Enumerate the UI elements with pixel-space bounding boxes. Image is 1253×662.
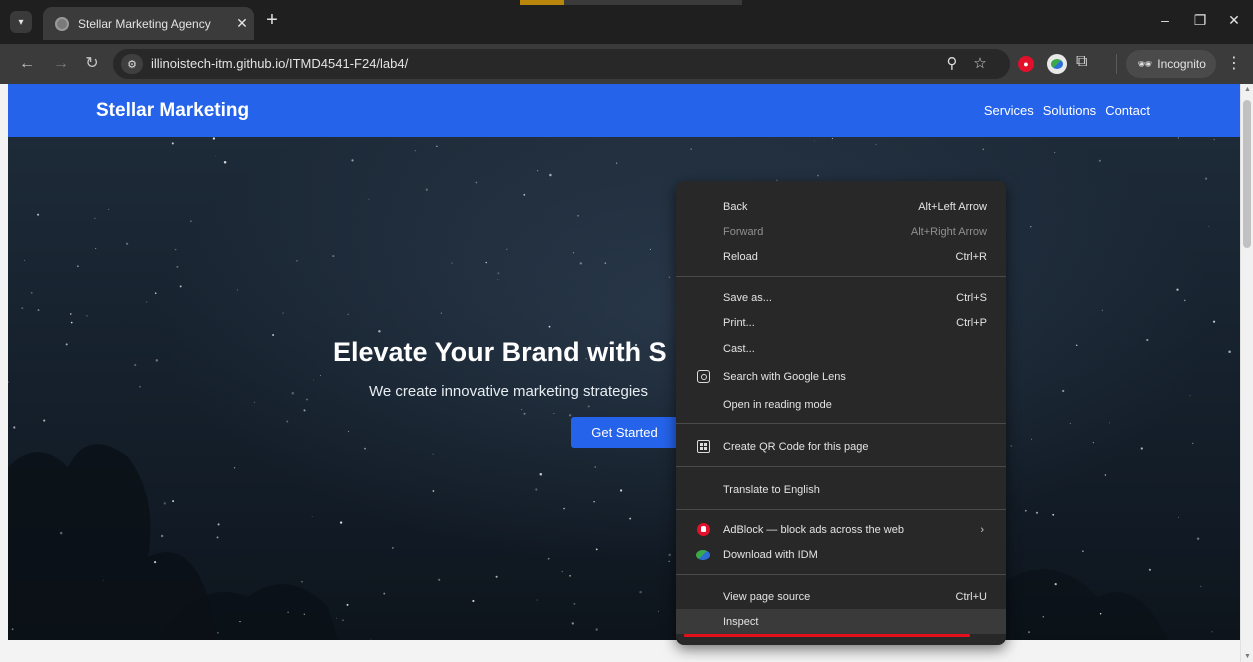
bookmark-star-icon[interactable]: ☆ xyxy=(970,54,990,74)
menu-item-translate[interactable]: Translate to English xyxy=(676,477,1006,502)
incognito-label: Incognito xyxy=(1157,57,1206,71)
new-tab-icon[interactable]: + xyxy=(262,10,282,30)
menu-label: Reload xyxy=(723,250,758,263)
window-title-accent xyxy=(520,0,742,5)
menu-item-forward[interactable]: Forward Alt+Right Arrow xyxy=(676,219,1006,244)
adblock-icon xyxy=(696,523,710,537)
scroll-down-arrow-icon[interactable]: ▼ xyxy=(1244,653,1251,660)
tab-strip: ▾ Stellar Marketing Agency ✕ + – ❐ ✕ xyxy=(0,0,1253,44)
context-menu: Back Alt+Left Arrow Forward Alt+Right Ar… xyxy=(676,181,1006,645)
menu-label: Create QR Code for this page xyxy=(723,440,869,453)
menu-separator xyxy=(676,509,1006,510)
url-text[interactable]: illinoistech-itm.github.io/ITMD4541-F24/… xyxy=(151,56,408,71)
extensions-puzzle-icon[interactable]: ⧉ xyxy=(1076,53,1087,71)
menu-label: Save as... xyxy=(723,291,772,304)
menu-item-reading-mode[interactable]: Open in reading mode xyxy=(676,392,1006,417)
nav-link-contact[interactable]: Contact xyxy=(1105,103,1150,118)
menu-item-save-as[interactable]: Save as... Ctrl+S xyxy=(676,285,1006,310)
idm-icon xyxy=(696,548,710,562)
menu-separator xyxy=(676,276,1006,277)
menu-item-google-lens[interactable]: Search with Google Lens xyxy=(676,364,1006,389)
minimize-icon[interactable]: – xyxy=(1153,10,1177,30)
close-tab-icon[interactable]: ✕ xyxy=(230,15,254,32)
browser-tab[interactable]: Stellar Marketing Agency ✕ xyxy=(43,7,254,40)
menu-separator xyxy=(676,574,1006,575)
menu-shortcut: Ctrl+P xyxy=(956,316,987,329)
reload-icon[interactable]: ↻ xyxy=(81,53,103,75)
hero-subtitle: We create innovative marketing strategie… xyxy=(369,383,649,400)
menu-label: AdBlock — block ads across the web xyxy=(723,523,904,536)
site-nav-links: Services Solutions Contact xyxy=(984,103,1150,118)
page-viewport: Stellar Marketing Services Solutions Con… xyxy=(0,84,1240,662)
menu-label: View page source xyxy=(723,590,811,603)
menu-item-back[interactable]: Back Alt+Left Arrow xyxy=(676,194,1006,219)
menu-shortcut: Alt+Right Arrow xyxy=(910,225,987,238)
menu-label: Back xyxy=(723,200,748,213)
menu-item-inspect[interactable]: Inspect xyxy=(676,609,1006,634)
idm-extension-icon[interactable] xyxy=(1047,54,1067,74)
menu-item-print[interactable]: Print... Ctrl+P xyxy=(676,310,1006,335)
menu-item-adblock[interactable]: AdBlock — block ads across the web › xyxy=(676,517,1006,542)
address-bar[interactable]: ⚙ illinoistech-itm.github.io/ITMD4541-F2… xyxy=(113,49,1010,79)
close-window-icon[interactable]: ✕ xyxy=(1222,10,1246,30)
menu-item-idm[interactable]: Download with IDM xyxy=(676,542,1006,567)
submenu-arrow-icon: › xyxy=(980,523,984,536)
site-brand[interactable]: Stellar Marketing xyxy=(96,100,249,122)
restore-icon[interactable]: ❐ xyxy=(1188,10,1212,30)
tab-favicon-icon xyxy=(55,16,69,31)
forward-icon[interactable]: → xyxy=(50,53,72,75)
adblock-extension-icon[interactable]: ● xyxy=(1018,56,1034,72)
menu-label: Download with IDM xyxy=(723,548,818,561)
menu-shortcut: Ctrl+R xyxy=(955,250,987,263)
menu-item-qr-code[interactable]: Create QR Code for this page xyxy=(676,434,1006,459)
browser-menu-icon[interactable]: ⋮ xyxy=(1226,53,1242,73)
back-icon[interactable]: ← xyxy=(16,53,38,75)
incognito-icon: 🕶 xyxy=(1137,57,1153,71)
menu-separator xyxy=(676,466,1006,467)
nav-link-services[interactable]: Services xyxy=(984,103,1034,118)
menu-shortcut: Ctrl+U xyxy=(955,590,987,603)
get-started-button[interactable]: Get Started xyxy=(571,417,678,448)
nav-link-solutions[interactable]: Solutions xyxy=(1043,103,1096,118)
menu-item-view-source[interactable]: View page source Ctrl+U xyxy=(676,584,1006,609)
menu-label: Forward xyxy=(723,225,764,238)
site-navbar: Stellar Marketing Services Solutions Con… xyxy=(8,84,1240,137)
hero-title: Elevate Your Brand with S xyxy=(333,337,667,367)
qr-code-icon xyxy=(696,440,710,454)
menu-label: Inspect xyxy=(723,615,759,628)
lens-icon xyxy=(696,370,710,384)
site-info-icon[interactable]: ⚙ xyxy=(121,54,143,74)
menu-label: Print... xyxy=(723,316,755,329)
menu-label: Search with Google Lens xyxy=(723,370,846,383)
menu-item-reload[interactable]: Reload Ctrl+R xyxy=(676,244,1006,269)
zoom-icon[interactable]: ⚲ xyxy=(942,54,962,74)
tab-title: Stellar Marketing Agency xyxy=(78,16,211,31)
menu-shortcut: Alt+Left Arrow xyxy=(918,200,987,213)
menu-separator xyxy=(676,423,1006,424)
menu-item-cast[interactable]: Cast... xyxy=(676,336,1006,361)
annotation-red-underline xyxy=(684,634,970,637)
tab-search-chevron-icon[interactable]: ▾ xyxy=(10,11,32,33)
menu-shortcut: Ctrl+S xyxy=(956,291,987,304)
page-scrollbar[interactable]: ▲ ▼ xyxy=(1240,84,1253,662)
toolbar-divider xyxy=(1116,54,1117,74)
menu-label: Open in reading mode xyxy=(723,398,832,411)
scroll-thumb[interactable] xyxy=(1243,100,1251,248)
browser-toolbar: ← → ↻ ⚙ illinoistech-itm.github.io/ITMD4… xyxy=(0,44,1253,84)
incognito-button[interactable]: 🕶 Incognito xyxy=(1126,50,1216,78)
menu-label: Cast... xyxy=(723,342,755,355)
menu-label: Translate to English xyxy=(723,483,820,496)
hero-section: Elevate Your Brand with S We create inno… xyxy=(8,137,1240,640)
scroll-up-arrow-icon[interactable]: ▲ xyxy=(1244,86,1251,93)
